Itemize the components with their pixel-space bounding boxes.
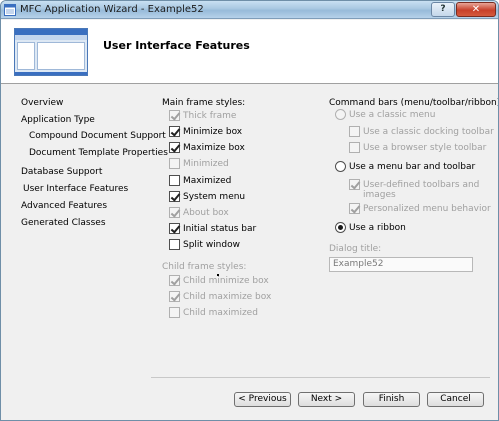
nav-item-compound-document-support[interactable]: Compound Document Support [29,131,166,141]
checkbox-label: Child maximized [183,307,258,318]
help-button[interactable]: ? [431,2,455,17]
split-window-checkbox[interactable]: Split window [169,239,240,250]
checkbox-box[interactable] [349,179,360,190]
child-frame-styles-label: Child frame styles: [162,262,247,272]
wizard-preview-image [14,28,88,76]
menu-bar-toolbar-radio[interactable]: Use a menu bar and toolbar [335,161,475,172]
checkbox-box[interactable] [349,142,360,153]
finish-button[interactable]: Finish [363,392,420,407]
checkbox-label: Split window [183,239,240,250]
checkbox-box[interactable] [169,191,180,202]
mouse-cursor-dot [217,274,219,276]
maximized-checkbox[interactable]: Maximized [169,175,231,186]
checkbox-box[interactable] [169,175,180,186]
ribbon-radio[interactable]: Use a ribbon [335,222,406,233]
title-bar[interactable]: MFC Application Wizard - Example52 ? ✕ [1,1,498,19]
wizard-window: MFC Application Wizard - Example52 ? ✕ U… [0,0,499,421]
checkbox-label: Minimized [183,158,229,169]
checkbox-label: Maximize box [183,142,245,153]
user-defined-toolbars-label-line2: images [363,190,396,200]
nav-item-user-interface-features[interactable]: User Interface Features [23,184,128,194]
radio-label: Use a menu bar and toolbar [349,161,476,172]
checkbox-label: Use a classic docking toolbar [363,126,494,137]
checkbox-box[interactable] [169,207,180,218]
cancel-button[interactable]: Cancel [427,392,484,407]
checkbox-box[interactable] [169,223,180,234]
user-defined-toolbars-checkbox[interactable]: User-defined toolbars and [349,179,479,190]
child-minimize-box-checkbox[interactable]: Child minimize box [169,275,269,286]
radio-circle[interactable] [335,161,346,172]
nav-item-overview[interactable]: Overview [21,98,63,108]
checkbox-label: About box [183,207,229,218]
dialog-title-label: Dialog title: [329,244,382,254]
checkbox-label: Use a browser style toolbar [363,142,487,153]
radio-circle[interactable] [335,222,346,233]
checkbox-box[interactable] [169,142,180,153]
personalized-menu-checkbox[interactable]: Personalized menu behavior [349,203,491,214]
radio-circle[interactable] [335,109,346,120]
radio-label: Use a ribbon [349,222,406,233]
child-maximize-box-checkbox[interactable]: Child maximize box [169,291,271,302]
checkbox-box[interactable] [169,291,180,302]
close-button[interactable]: ✕ [456,2,496,17]
checkbox-box[interactable] [349,203,360,214]
nav-item-application-type[interactable]: Application Type [21,115,95,125]
previous-button[interactable]: < Previous [234,392,291,407]
next-button[interactable]: Next > [298,392,355,407]
checkbox-box[interactable] [169,307,180,318]
checkbox-label: User-defined toolbars and [363,179,480,190]
classic-menu-radio[interactable]: Use a classic menu [335,109,435,120]
checkbox-box[interactable] [169,158,180,169]
checkbox-label: Minimize box [183,126,243,137]
app-icon [4,4,16,16]
checkbox-box[interactable] [169,275,180,286]
system-menu-checkbox[interactable]: System menu [169,191,245,202]
checkbox-box[interactable] [349,126,360,137]
nav-item-document-template-properties[interactable]: Document Template Properties [29,148,168,158]
minimize-box-checkbox[interactable]: Minimize box [169,126,242,137]
about-box-checkbox[interactable]: About box [169,207,229,218]
checkbox-label: Maximized [183,175,232,186]
dialog-title-input[interactable]: Example52 [329,257,473,272]
checkbox-label: Child maximize box [183,291,272,302]
nav-item-advanced-features[interactable]: Advanced Features [21,201,107,211]
checkbox-label: Thick frame [183,110,237,121]
page-title: User Interface Features [103,39,250,52]
checkbox-box[interactable] [169,239,180,250]
checkbox-box[interactable] [169,110,180,121]
main-frame-styles-label: Main frame styles: [162,98,246,108]
minimized-checkbox[interactable]: Minimized [169,158,229,169]
radio-label: Use a classic menu [349,109,436,120]
initial-status-bar-checkbox[interactable]: Initial status bar [169,223,256,234]
command-bars-label: Command bars (menu/toolbar/ribbon): [329,98,499,108]
header-banner: User Interface Features [1,20,498,84]
nav-item-database-support[interactable]: Database Support [21,167,102,177]
checkbox-label: Personalized menu behavior [363,203,491,214]
maximize-box-checkbox[interactable]: Maximize box [169,142,245,153]
nav-item-generated-classes[interactable]: Generated Classes [21,218,106,228]
child-maximized-checkbox[interactable]: Child maximized [169,307,258,318]
thick-frame-checkbox[interactable]: Thick frame [169,110,236,121]
checkbox-label: Initial status bar [183,223,257,234]
window-title: MFC Application Wizard - Example52 [20,4,204,15]
checkbox-box[interactable] [169,126,180,137]
checkbox-label: System menu [183,191,246,202]
checkbox-label: Child minimize box [183,275,269,286]
classic-docking-toolbar-checkbox[interactable]: Use a classic docking toolbar [349,126,494,137]
browser-style-toolbar-checkbox[interactable]: Use a browser style toolbar [349,142,486,153]
